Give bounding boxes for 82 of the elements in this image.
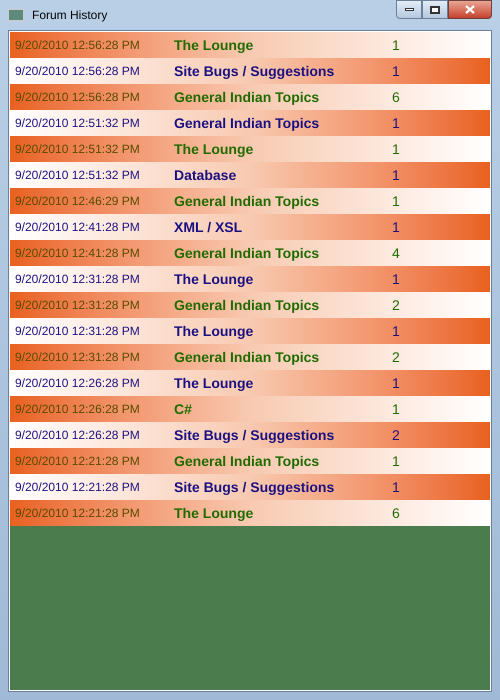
date-text: 9/20/2010 12:51:32 PM [14, 115, 141, 132]
close-icon [465, 5, 475, 14]
forum-name: General Indian Topics [173, 296, 320, 315]
post-count: 1 [392, 140, 400, 158]
date-text: 9/20/2010 12:31:28 PM [14, 323, 141, 340]
forum-name: General Indian Topics [173, 452, 320, 471]
date-text: 9/20/2010 12:51:32 PM [14, 167, 141, 184]
post-count: 1 [392, 270, 400, 288]
forum-name: Database [173, 166, 238, 184]
post-count: 1 [392, 36, 400, 54]
forum-name: General Indian Topics [173, 192, 320, 211]
history-row[interactable]: 9/20/2010 12:51:32 PM Database 1 [10, 162, 490, 188]
history-row[interactable]: 9/20/2010 12:26:28 PM C# 1 [10, 396, 490, 422]
post-count: 1 [392, 62, 400, 80]
post-count: 1 [392, 452, 400, 470]
forum-name: The Lounge [173, 504, 254, 523]
forum-name: The Lounge [173, 36, 254, 55]
forum-name: C# [173, 400, 193, 418]
post-count: 4 [392, 244, 400, 262]
minimize-button[interactable] [396, 0, 422, 19]
date-text: 9/20/2010 12:56:28 PM [14, 63, 141, 80]
date-text: 9/20/2010 12:26:28 PM [14, 427, 141, 444]
date-text: 9/20/2010 12:21:28 PM [14, 453, 141, 470]
history-row[interactable]: 9/20/2010 12:56:28 PM General Indian Topics 6 [10, 84, 490, 110]
post-count: 1 [392, 322, 400, 340]
history-row[interactable]: 9/20/2010 12:31:28 PM General Indian Topics 2 [10, 344, 490, 370]
post-count: 1 [392, 218, 400, 236]
post-count: 1 [392, 114, 400, 132]
forum-name: The Lounge [173, 374, 254, 393]
date-text: 9/20/2010 12:31:28 PM [14, 349, 141, 366]
history-row[interactable]: 9/20/2010 12:41:28 PM XML / XSL 1 [10, 214, 490, 240]
history-row[interactable]: 9/20/2010 12:41:28 PM General Indian Topics 4 [10, 240, 490, 266]
forum-name: General Indian Topics [173, 244, 320, 263]
date-text: 9/20/2010 12:56:28 PM [14, 89, 141, 106]
date-text: 9/20/2010 12:51:32 PM [14, 141, 141, 158]
window-title: Forum History [32, 7, 108, 24]
history-row[interactable]: 9/20/2010 12:51:32 PM General Indian Topics 1 [10, 110, 490, 136]
forum-name: Site Bugs / Suggestions [173, 62, 336, 81]
date-text: 9/20/2010 12:31:28 PM [14, 297, 141, 314]
forum-name: General Indian Topics [173, 114, 320, 133]
forum-name: Site Bugs / Suggestions [173, 478, 336, 497]
forum-name: XML / XSL [173, 218, 244, 236]
post-count: 1 [392, 374, 400, 392]
forum-name: The Lounge [173, 140, 254, 159]
date-text: 9/20/2010 12:46:29 PM [14, 193, 141, 210]
post-count: 2 [392, 296, 400, 314]
history-row[interactable]: 9/20/2010 12:31:28 PM General Indian Topics 2 [10, 292, 490, 318]
post-count: 1 [392, 166, 400, 184]
post-count: 1 [392, 478, 400, 496]
date-text: 9/20/2010 12:56:28 PM [14, 37, 141, 54]
date-text: 9/20/2010 12:41:28 PM [14, 245, 141, 262]
post-count: 2 [392, 426, 400, 444]
date-text: 9/20/2010 12:21:28 PM [14, 479, 141, 496]
forum-name: Site Bugs / Suggestions [173, 426, 336, 445]
post-count: 6 [392, 504, 400, 522]
forum-name: General Indian Topics [173, 348, 320, 367]
close-button[interactable] [448, 0, 492, 19]
date-text: 9/20/2010 12:26:28 PM [14, 375, 141, 392]
post-count: 2 [392, 348, 400, 366]
history-row[interactable]: 9/20/2010 12:46:29 PM General Indian Topics 1 [10, 188, 490, 214]
post-count: 1 [392, 192, 400, 210]
post-count: 6 [392, 88, 400, 106]
history-row[interactable]: 9/20/2010 12:21:28 PM Site Bugs / Suggestions 1 [10, 474, 490, 500]
history-row[interactable]: 9/20/2010 12:56:28 PM Site Bugs / Suggestions 1 [10, 58, 490, 84]
date-text: 9/20/2010 12:41:28 PM [14, 219, 141, 236]
history-row[interactable]: 9/20/2010 12:21:28 PM General Indian Topics 1 [10, 448, 490, 474]
forum-name: General Indian Topics [173, 88, 320, 107]
history-row[interactable]: 9/20/2010 12:56:28 PM The Lounge 1 [10, 32, 490, 58]
history-row[interactable]: 9/20/2010 12:51:32 PM The Lounge 1 [10, 136, 490, 162]
forum-name: The Lounge [173, 322, 254, 341]
history-row[interactable]: 9/20/2010 12:26:28 PM Site Bugs / Suggestions 2 [10, 422, 490, 448]
post-count: 1 [392, 400, 400, 418]
date-text: 9/20/2010 12:26:28 PM [14, 401, 141, 418]
app-icon [8, 9, 24, 21]
history-row[interactable]: 9/20/2010 12:26:28 PM The Lounge 1 [10, 370, 490, 396]
forum-name: The Lounge [173, 270, 254, 289]
maximize-button[interactable] [422, 0, 448, 19]
date-text: 9/20/2010 12:21:28 PM [14, 505, 141, 522]
history-row[interactable]: 9/20/2010 12:31:28 PM The Lounge 1 [10, 266, 490, 292]
history-row[interactable]: 9/20/2010 12:31:28 PM The Lounge 1 [10, 318, 490, 344]
history-row[interactable]: 9/20/2010 12:21:28 PM The Lounge 6 [10, 500, 490, 526]
date-text: 9/20/2010 12:31:28 PM [14, 271, 141, 288]
